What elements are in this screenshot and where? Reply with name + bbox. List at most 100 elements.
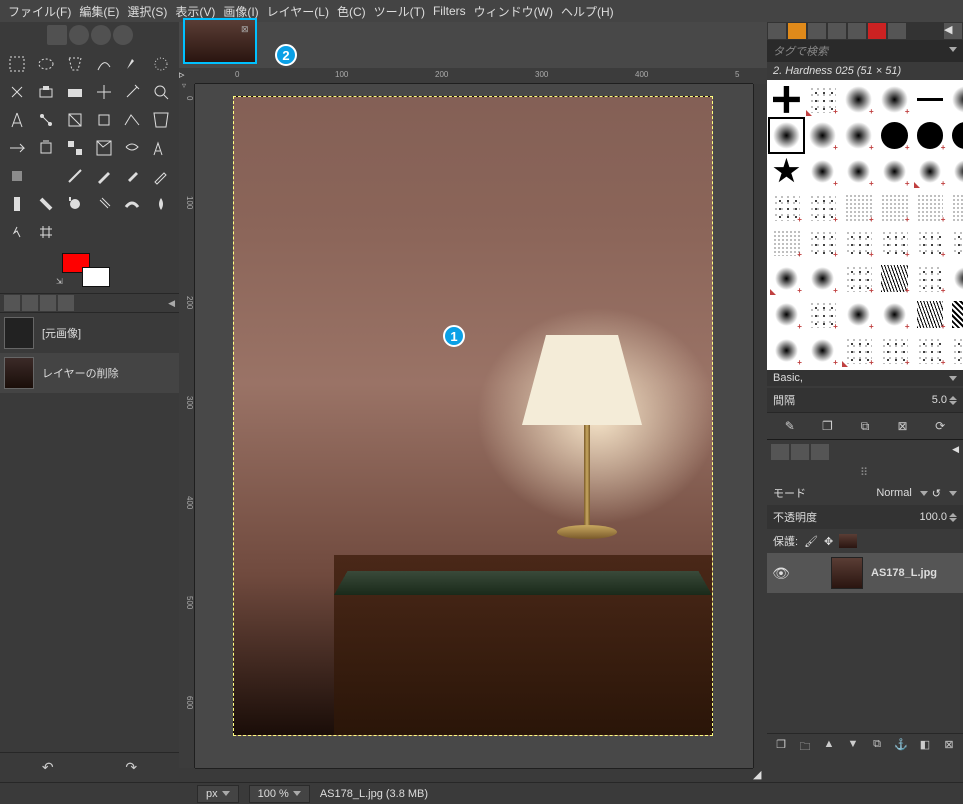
pencil-tool[interactable] [62, 163, 88, 189]
dock-grip[interactable]: ⠿ [767, 464, 963, 481]
brush-item[interactable]: + [948, 226, 963, 261]
brush-item[interactable]: + [841, 154, 876, 189]
brush-item[interactable]: + [913, 118, 948, 153]
undo-icon[interactable]: ↶ [42, 759, 54, 776]
mypaint-tool[interactable] [33, 191, 59, 217]
opacity-spinner[interactable] [949, 513, 957, 522]
measure-tool[interactable] [91, 79, 117, 105]
brush-item[interactable]: + [948, 297, 963, 332]
delete-layer-icon[interactable]: ⊠ [941, 738, 957, 757]
paths-tab-icon[interactable] [848, 23, 866, 39]
bucket-fill-tool[interactable] [4, 163, 30, 189]
brush-item[interactable] [769, 154, 804, 189]
unit-selector[interactable]: px [197, 785, 239, 803]
menu-item[interactable]: 選択(S) [123, 3, 171, 20]
tool-options-tab-icon[interactable] [4, 295, 20, 311]
menu-item[interactable]: ツール(T) [370, 3, 429, 20]
menu-item[interactable]: 色(C) [333, 3, 370, 20]
brush-item[interactable]: + [805, 261, 840, 296]
perspective-tool[interactable] [148, 107, 174, 133]
brush-item[interactable]: + [913, 297, 948, 332]
blur-tool[interactable] [148, 191, 174, 217]
brush-item[interactable]: + [877, 261, 912, 296]
color-select-tool[interactable] [119, 51, 145, 77]
merge-icon[interactable]: ⚓ [893, 738, 909, 757]
scissors-tool[interactable] [148, 51, 174, 77]
lower-layer-icon[interactable]: ▼ [845, 738, 861, 757]
brush-item[interactable]: + [948, 118, 963, 153]
paintbrush-tool[interactable] [91, 163, 117, 189]
brush-item[interactable]: + [769, 333, 804, 368]
mode-reset-icon[interactable]: ↺ [932, 487, 941, 500]
mode-dropdown-icon[interactable] [916, 487, 928, 499]
brush-item[interactable]: + [877, 333, 912, 368]
device-status-tab-icon[interactable] [22, 295, 38, 311]
image-tab-active[interactable]: ⊠ [183, 18, 257, 64]
layers-tab-icon[interactable] [771, 444, 789, 460]
zoom-selector[interactable]: 100 % [249, 785, 310, 803]
tab-menu-icon[interactable]: ◀ [168, 298, 175, 309]
new-group-icon[interactable]: 🗀 [797, 738, 813, 757]
menu-item[interactable]: Filters [429, 4, 470, 18]
lock-pixels-icon[interactable]: 🖌 [804, 535, 818, 548]
layer-row[interactable]: 👁 AS178_L.jpg [767, 553, 963, 593]
raise-layer-icon[interactable]: ▲ [821, 738, 837, 757]
lock-alpha-icon[interactable] [839, 534, 857, 548]
palettes-tab-icon[interactable] [888, 23, 906, 39]
brush-item[interactable]: + [913, 154, 948, 189]
mode-menu-icon[interactable] [945, 487, 957, 499]
quickmask-toggle[interactable] [179, 768, 195, 782]
history-tab-icon[interactable] [828, 23, 846, 39]
ellipse-select-tool[interactable] [33, 51, 59, 77]
redo-icon[interactable]: ↷ [125, 759, 137, 776]
smudge-tool[interactable] [4, 219, 30, 245]
mask-icon[interactable]: ◧ [917, 738, 933, 757]
canvas-image[interactable] [233, 96, 713, 736]
fuzzy-select-tool[interactable] [91, 51, 117, 77]
menu-item[interactable]: ヘルプ(H) [557, 3, 618, 20]
duplicate-brush-icon[interactable]: ⧉ [856, 417, 874, 435]
paths-tool[interactable] [33, 79, 59, 105]
dodge-tool[interactable] [33, 219, 59, 245]
brush-item[interactable]: + [948, 261, 963, 296]
brush-item[interactable] [769, 82, 804, 117]
menu-item[interactable]: 画像(I) [219, 3, 262, 20]
opacity-row[interactable]: 不透明度 100.0 [767, 505, 963, 529]
brush-item[interactable]: + [913, 190, 948, 225]
canvas-viewport[interactable] [195, 84, 753, 768]
rect-select-tool[interactable] [4, 51, 30, 77]
swap-colors-icon[interactable]: ⇲ [56, 277, 63, 286]
brush-item[interactable]: + [841, 333, 876, 368]
images-tab-icon[interactable] [58, 295, 74, 311]
cage-tool[interactable] [33, 135, 59, 161]
menu-item[interactable]: 編集(E) [75, 3, 123, 20]
menu-item[interactable]: 表示(V) [171, 3, 219, 20]
dock-menu-icon[interactable]: ◀ [952, 444, 959, 460]
vertical-scrollbar[interactable] [753, 84, 767, 768]
foreground-select-tool[interactable] [4, 79, 30, 105]
heal-tool[interactable] [91, 191, 117, 217]
gradients-tab-icon[interactable] [868, 23, 886, 39]
color-swatches[interactable]: ⇲ [0, 249, 179, 293]
airbrush-tool[interactable] [148, 163, 174, 189]
dock-menu-icon[interactable]: ◀ [944, 23, 962, 39]
brush-item[interactable]: + [913, 226, 948, 261]
brush-item[interactable]: + [841, 82, 876, 117]
layer-thumbnail[interactable] [831, 557, 863, 589]
brush-item[interactable]: + [877, 154, 912, 189]
free-select-tool[interactable] [62, 51, 88, 77]
new-layer-icon[interactable]: ❐ [773, 738, 789, 757]
brush-item[interactable]: + [805, 118, 840, 153]
unified-transform-tool[interactable] [62, 135, 88, 161]
brush-item[interactable]: + [877, 226, 912, 261]
gradient-tool[interactable] [33, 163, 59, 189]
brush-item[interactable]: + [948, 333, 963, 368]
zoom-tool[interactable] [148, 79, 174, 105]
brush-item[interactable]: + [841, 297, 876, 332]
brush-item[interactable] [913, 82, 948, 117]
move-tool[interactable] [119, 79, 145, 105]
brush-item[interactable]: + [877, 82, 912, 117]
history-item[interactable]: [元画像] [0, 313, 179, 353]
refresh-brush-icon[interactable]: ⟳ [931, 417, 949, 435]
menu-item[interactable]: レイヤー(L) [263, 3, 333, 20]
